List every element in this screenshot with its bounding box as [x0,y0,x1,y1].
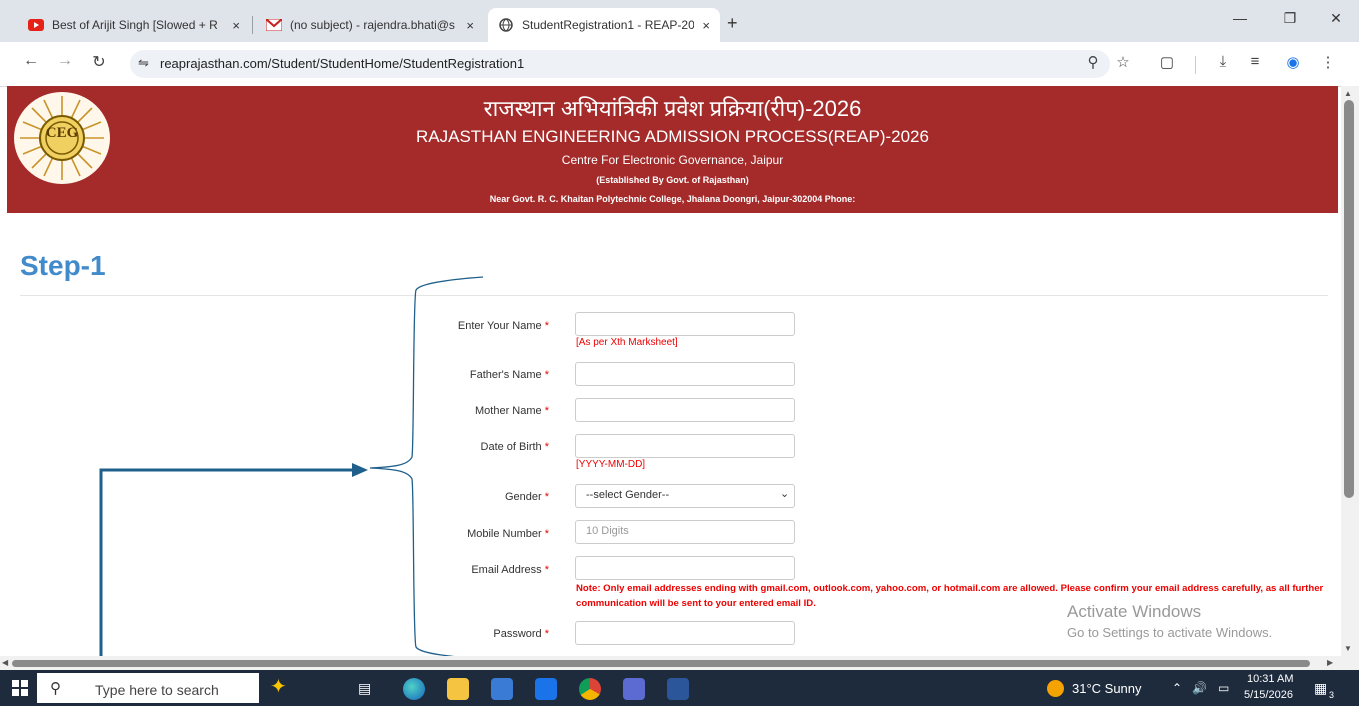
activate-windows-title: Activate Windows [1067,602,1202,621]
search-icon: ⚲ [50,680,61,697]
clock-time[interactable]: 10:31 AM [1247,673,1293,685]
task-view-icon[interactable]: ▤ [358,680,371,697]
app-icon[interactable] [623,678,645,700]
chrome-icon[interactable] [579,678,601,700]
notification-icon[interactable]: ▦ [1314,680,1327,697]
notification-count: 3 [1329,690,1335,700]
search-placeholder: Type here to search [95,682,219,698]
scroll-left-icon[interactable]: ◀ [2,658,8,667]
weather-text[interactable]: 31°C Sunny [1072,681,1142,696]
scroll-right-icon[interactable]: ▶ [1327,658,1333,667]
vertical-scroll-thumb[interactable] [1344,100,1354,498]
sun-icon [1047,680,1064,697]
widgets-sparkle-icon[interactable]: ✦ [270,674,287,699]
edge-icon[interactable] [403,678,425,700]
scroll-down-icon[interactable]: ▼ [1344,644,1352,653]
clock-date[interactable]: 5/15/2026 [1244,689,1293,701]
annotation-overlay [99,276,484,706]
network-icon[interactable]: ▭ [1218,681,1229,695]
file-explorer-icon[interactable] [447,678,469,700]
store-icon[interactable] [491,678,513,700]
curly-brace [369,276,484,660]
activate-windows-subtitle: Go to Settings to activate Windows. [1067,625,1273,640]
word-icon[interactable] [667,678,689,700]
horizontal-scroll-thumb[interactable] [12,660,1310,667]
chevron-up-icon[interactable]: ⌃ [1172,681,1182,695]
arrow-head-icon [352,463,368,477]
volume-icon[interactable]: 🔊 [1192,681,1207,695]
windows-start-icon[interactable] [12,680,28,699]
mail-icon[interactable] [535,678,557,700]
scroll-up-icon[interactable]: ▲ [1344,89,1352,98]
